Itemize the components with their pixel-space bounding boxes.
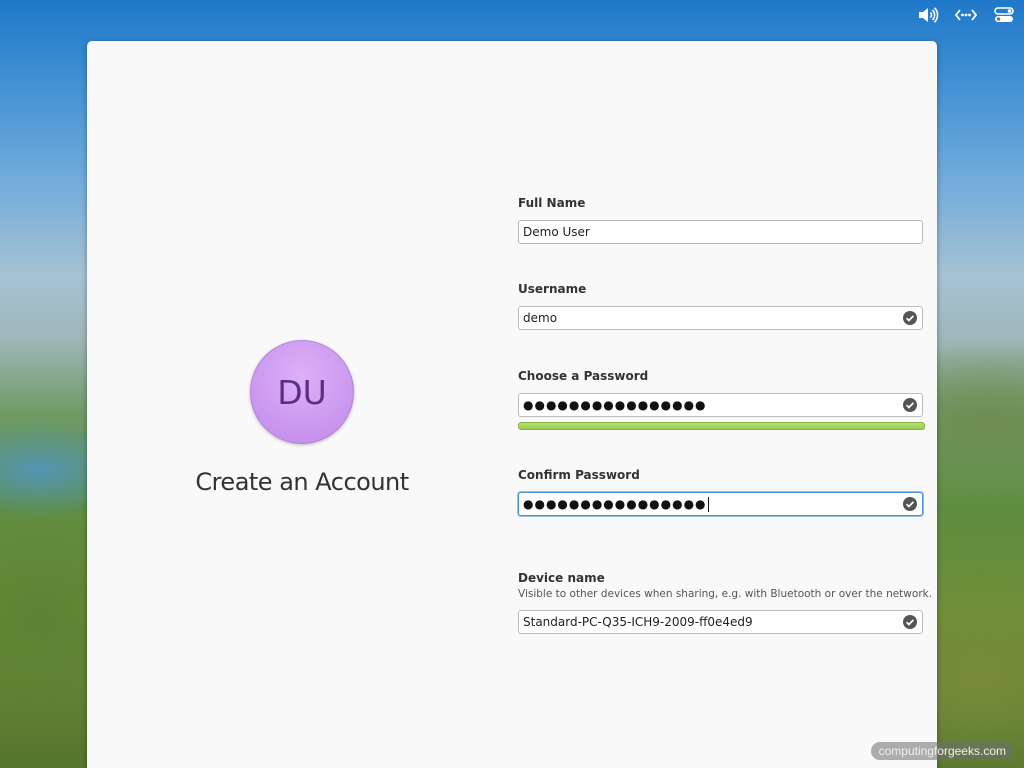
password-strength-fill [519,423,924,429]
page-title: Create an Account [195,468,409,496]
avatar[interactable]: DU [250,340,354,444]
password-input[interactable]: ●●●●●●●●●●●●●●●● [518,393,923,417]
avatar-initials: DU [277,372,327,412]
full-name-label: Full Name [518,196,586,210]
network-icon[interactable] [954,3,978,27]
device-name-value: Standard-PC-Q35-ICH9-2009-ff0e4ed9 [523,615,753,629]
volume-icon[interactable] [916,3,940,27]
password-check-icon [903,398,917,412]
username-value: demo [523,311,558,325]
confirm-password-label: Confirm Password [518,468,640,482]
device-name-hint: Visible to other devices when sharing, e… [518,588,933,600]
confirm-password-input[interactable]: ●●●●●●●●●●●●●●●● [518,492,923,516]
full-name-value: Demo User [523,225,590,239]
top-panel [916,0,1024,30]
system-menu-icon[interactable] [992,3,1016,27]
device-name-input[interactable]: Standard-PC-Q35-ICH9-2009-ff0e4ed9 [518,610,923,634]
confirm-check-icon [903,497,917,511]
setup-card: DU Create an Account Full Name Demo User… [87,41,937,768]
username-check-icon [903,311,917,325]
device-check-icon [903,615,917,629]
watermark: computingforgeeks.com [870,742,1014,760]
username-label: Username [518,282,587,296]
full-name-input[interactable]: Demo User [518,220,923,244]
confirm-password-dots: ●●●●●●●●●●●●●●●● [523,496,709,512]
username-input[interactable]: demo [518,306,923,330]
password-strength-bar [518,422,925,430]
device-name-label: Device name [518,571,605,585]
text-caret [707,496,709,512]
password-dots: ●●●●●●●●●●●●●●●● [523,398,707,412]
password-label: Choose a Password [518,369,649,383]
